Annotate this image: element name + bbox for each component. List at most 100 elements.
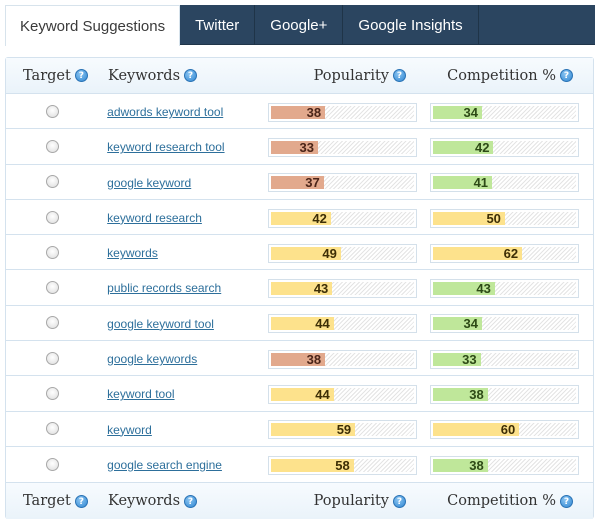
- popularity-bar-fill: 42: [270, 211, 331, 226]
- help-icon[interactable]: ?: [74, 494, 88, 508]
- target-radio[interactable]: [46, 387, 60, 401]
- target-cell: [6, 458, 103, 472]
- target-cell: [6, 104, 103, 118]
- popularity-bar-track: 37: [270, 175, 414, 190]
- target-radio[interactable]: [46, 351, 60, 365]
- keyword-cell: google keywords: [103, 341, 268, 375]
- popularity-cell: 44: [267, 383, 431, 405]
- keyword-link[interactable]: google keyword: [107, 176, 191, 190]
- tab-keyword-suggestions[interactable]: Keyword Suggestions: [5, 5, 181, 46]
- competition-cell: 38: [430, 383, 593, 405]
- popularity-value: 49: [322, 245, 337, 261]
- competition-value: 33: [462, 351, 477, 367]
- keyword-link[interactable]: keywords: [107, 246, 158, 260]
- target-radio[interactable]: [46, 104, 60, 118]
- keyword-cell: google search engine: [103, 447, 268, 482]
- footer-target: Target?: [6, 493, 104, 509]
- popularity-bar: 43: [267, 279, 417, 299]
- table-body: adwords keyword tool 38 34 keyword research…: [6, 94, 593, 482]
- keyword-link[interactable]: adwords keyword tool: [107, 105, 223, 119]
- popularity-value: 58: [335, 458, 350, 474]
- target-cell: [6, 139, 103, 153]
- tab-twitter[interactable]: Twitter: [180, 5, 256, 45]
- target-radio[interactable]: [46, 139, 60, 153]
- tab-google-plus[interactable]: Google+: [255, 5, 344, 45]
- target-cell: [6, 422, 103, 436]
- table-row: adwords keyword tool 38 34: [6, 94, 593, 130]
- competition-bar: 60: [430, 420, 580, 440]
- table-row: keyword research 42 50: [6, 200, 593, 236]
- keyword-link[interactable]: google keyword tool: [107, 317, 214, 331]
- competition-bar-fill: 50: [433, 210, 505, 226]
- competition-value: 60: [500, 422, 516, 438]
- competition-bar: 50: [430, 208, 580, 228]
- target-radio[interactable]: [46, 422, 60, 436]
- tab-bar: Keyword Suggestions Twitter Google+ Goog…: [5, 5, 595, 46]
- keyword-link[interactable]: keyword tool: [107, 387, 174, 401]
- target-cell: [6, 351, 103, 365]
- keyword-link[interactable]: google search engine: [107, 458, 222, 472]
- competition-bar-track: 34: [433, 316, 577, 331]
- popularity-bar: 33: [267, 137, 417, 157]
- popularity-cell: 33: [267, 136, 431, 157]
- popularity-bar-track: 58: [270, 458, 414, 474]
- popularity-bar: 58: [267, 456, 417, 476]
- target-cell: [6, 387, 103, 401]
- competition-cell: 50: [430, 207, 593, 228]
- table-row: google keywords 38 33: [6, 341, 593, 377]
- competition-bar: 41: [430, 173, 580, 193]
- help-icon[interactable]: ?: [393, 69, 406, 82]
- popularity-bar-fill: 58: [270, 458, 354, 474]
- popularity-bar-fill: 43: [270, 281, 333, 296]
- competition-value: 50: [486, 210, 501, 226]
- table-footer: Target? Keywords? Popularity? Competitio…: [6, 482, 593, 520]
- popularity-cell: 42: [267, 207, 431, 228]
- popularity-value: 38: [306, 104, 322, 120]
- target-cell: [6, 210, 103, 224]
- target-cell: [6, 316, 103, 330]
- popularity-cell: 44: [267, 312, 431, 334]
- keyword-cell: keyword research: [103, 200, 268, 234]
- keyword-link[interactable]: keyword research tool: [107, 140, 224, 154]
- keyword-cell: public records search: [103, 270, 268, 304]
- keyword-link[interactable]: keyword research: [107, 211, 202, 225]
- header-competition: Competition %?: [429, 68, 593, 84]
- help-icon[interactable]: ?: [560, 69, 573, 82]
- footer-target-label: Target: [23, 493, 71, 510]
- competition-value: 34: [463, 104, 479, 120]
- popularity-bar-track: 33: [270, 140, 414, 155]
- competition-bar-track: 60: [433, 422, 577, 438]
- popularity-cell: 38: [267, 101, 431, 122]
- keyword-link[interactable]: keyword: [107, 423, 152, 437]
- help-icon[interactable]: ?: [74, 69, 88, 82]
- tab-google-insights[interactable]: Google Insights: [343, 5, 479, 45]
- competition-bar-track: 43: [433, 281, 577, 296]
- popularity-bar: 49: [267, 243, 417, 263]
- help-icon[interactable]: ?: [184, 494, 198, 508]
- competition-value: 41: [473, 175, 489, 191]
- help-icon[interactable]: ?: [393, 494, 406, 508]
- target-radio[interactable]: [46, 175, 60, 189]
- target-radio[interactable]: [46, 316, 60, 330]
- popularity-cell: 37: [267, 171, 431, 193]
- target-cell: [6, 245, 103, 259]
- target-radio[interactable]: [46, 210, 60, 224]
- table-row: keyword tool 44 38: [6, 376, 593, 412]
- popularity-bar-track: 49: [270, 245, 414, 261]
- table-header: Target? Keywords? Popularity? Competitio…: [6, 58, 593, 94]
- competition-bar-track: 33: [433, 351, 577, 367]
- keyword-link[interactable]: google keywords: [107, 352, 197, 366]
- target-radio[interactable]: [46, 281, 60, 295]
- keyword-link[interactable]: public records search: [107, 281, 221, 295]
- competition-cell: 62: [430, 242, 593, 263]
- competition-cell: 34: [430, 312, 593, 334]
- competition-bar-fill: 42: [433, 140, 494, 155]
- header-keywords: Keywords?: [104, 68, 264, 84]
- competition-bar-fill: 38: [433, 458, 488, 473]
- help-icon[interactable]: ?: [184, 69, 198, 82]
- popularity-value: 44: [315, 316, 330, 332]
- target-radio[interactable]: [46, 245, 60, 259]
- popularity-bar: 44: [267, 385, 417, 405]
- help-icon[interactable]: ?: [560, 494, 573, 508]
- target-radio[interactable]: [46, 458, 60, 472]
